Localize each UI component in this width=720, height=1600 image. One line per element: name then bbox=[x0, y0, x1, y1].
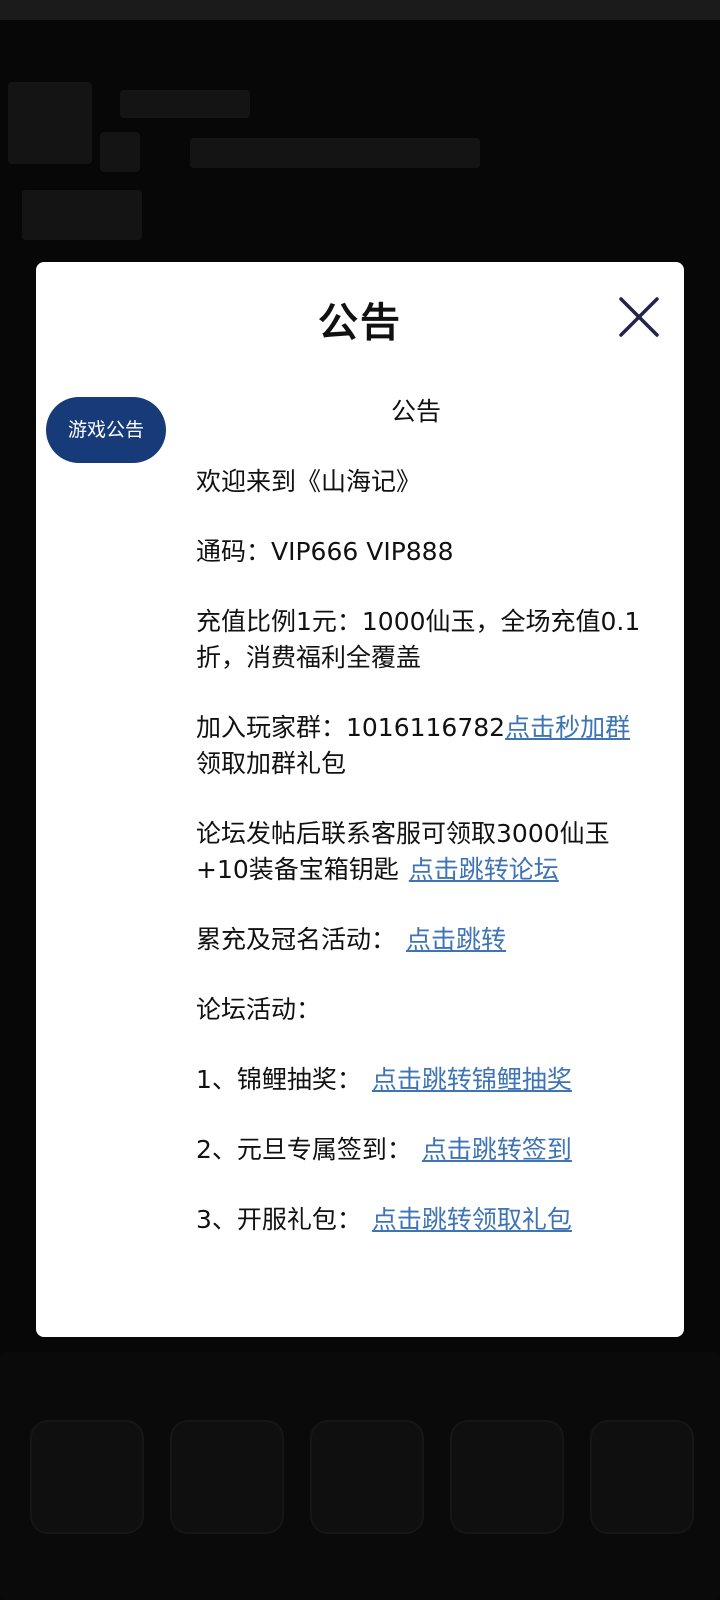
player-group-paragraph: 加入玩家群：1016116782点击秒加群领取加群礼包 bbox=[196, 710, 650, 782]
recharge-activity-paragraph: 累充及冠名活动： 点击跳转 bbox=[196, 922, 650, 958]
player-group-text: 加入玩家群：1016116782 bbox=[196, 713, 506, 742]
server-gift-paragraph: 3、开服礼包： 点击跳转领取礼包 bbox=[196, 1202, 650, 1238]
recharge-activity-link[interactable]: 点击跳转 bbox=[406, 925, 506, 954]
recharge-ratio-text: 充值比例1元：1000仙玉，全场充值0.1折，消费福利全覆盖 bbox=[196, 607, 641, 672]
announcement-heading: 公告 bbox=[390, 397, 441, 426]
background-game-menu-icon bbox=[450, 1420, 564, 1534]
recharge-activity-label: 累充及冠名活动： bbox=[196, 925, 397, 954]
koi-lottery-link[interactable]: 点击跳转锦鲤抽奖 bbox=[372, 1065, 572, 1094]
forum-link[interactable]: 点击跳转论坛 bbox=[409, 855, 559, 884]
join-group-link[interactable]: 点击秒加群 bbox=[505, 713, 630, 742]
server-gift-label: 3、开服礼包： bbox=[196, 1205, 362, 1234]
new-year-signin-link[interactable]: 点击跳转签到 bbox=[422, 1135, 572, 1164]
background-game-menu-icon bbox=[30, 1420, 144, 1534]
background-game-subtitle bbox=[190, 138, 480, 168]
screen: 公告 游戏公告 公告 欢迎来到《山海记》 通码：VIP666 VIP888 充值… bbox=[0, 0, 720, 1600]
background-game-menu-icon bbox=[590, 1420, 694, 1534]
new-year-signin-label: 2、元旦专属签到： bbox=[196, 1135, 412, 1164]
forum-reward-paragraph: 论坛发帖后联系客服可领取3000仙玉+10装备宝箱钥匙 点击跳转论坛 bbox=[196, 816, 650, 888]
close-icon bbox=[619, 297, 659, 337]
welcome-text: 欢迎来到《山海记》 bbox=[196, 467, 422, 496]
status-bar bbox=[0, 0, 720, 20]
close-button[interactable] bbox=[616, 294, 662, 340]
koi-lottery-label: 1、锦鲤抽奖： bbox=[196, 1065, 362, 1094]
vip-codes-text: 通码：VIP666 VIP888 bbox=[196, 537, 454, 566]
dialog-title: 公告 bbox=[318, 300, 402, 346]
koi-lottery-paragraph: 1、锦鲤抽奖： 点击跳转锦鲤抽奖 bbox=[196, 1062, 650, 1098]
group-gift-text: 领取加群礼包 bbox=[196, 749, 347, 778]
background-game-menu-icon bbox=[310, 1420, 424, 1534]
forum-activities-label: 论坛活动： bbox=[196, 995, 322, 1024]
background-game-menu-icon bbox=[170, 1420, 284, 1534]
background-game-badge bbox=[100, 132, 140, 172]
announcement-content: 公告 欢迎来到《山海记》 通码：VIP666 VIP888 充值比例1元：100… bbox=[196, 394, 650, 1272]
background-game-button bbox=[22, 190, 142, 240]
server-gift-link[interactable]: 点击跳转领取礼包 bbox=[372, 1205, 572, 1234]
tab-game-announcement[interactable]: 游戏公告 bbox=[46, 397, 166, 463]
background-game-icon bbox=[8, 82, 92, 164]
background-game-title bbox=[120, 90, 250, 118]
new-year-signin-paragraph: 2、元旦专属签到： 点击跳转签到 bbox=[196, 1132, 650, 1168]
